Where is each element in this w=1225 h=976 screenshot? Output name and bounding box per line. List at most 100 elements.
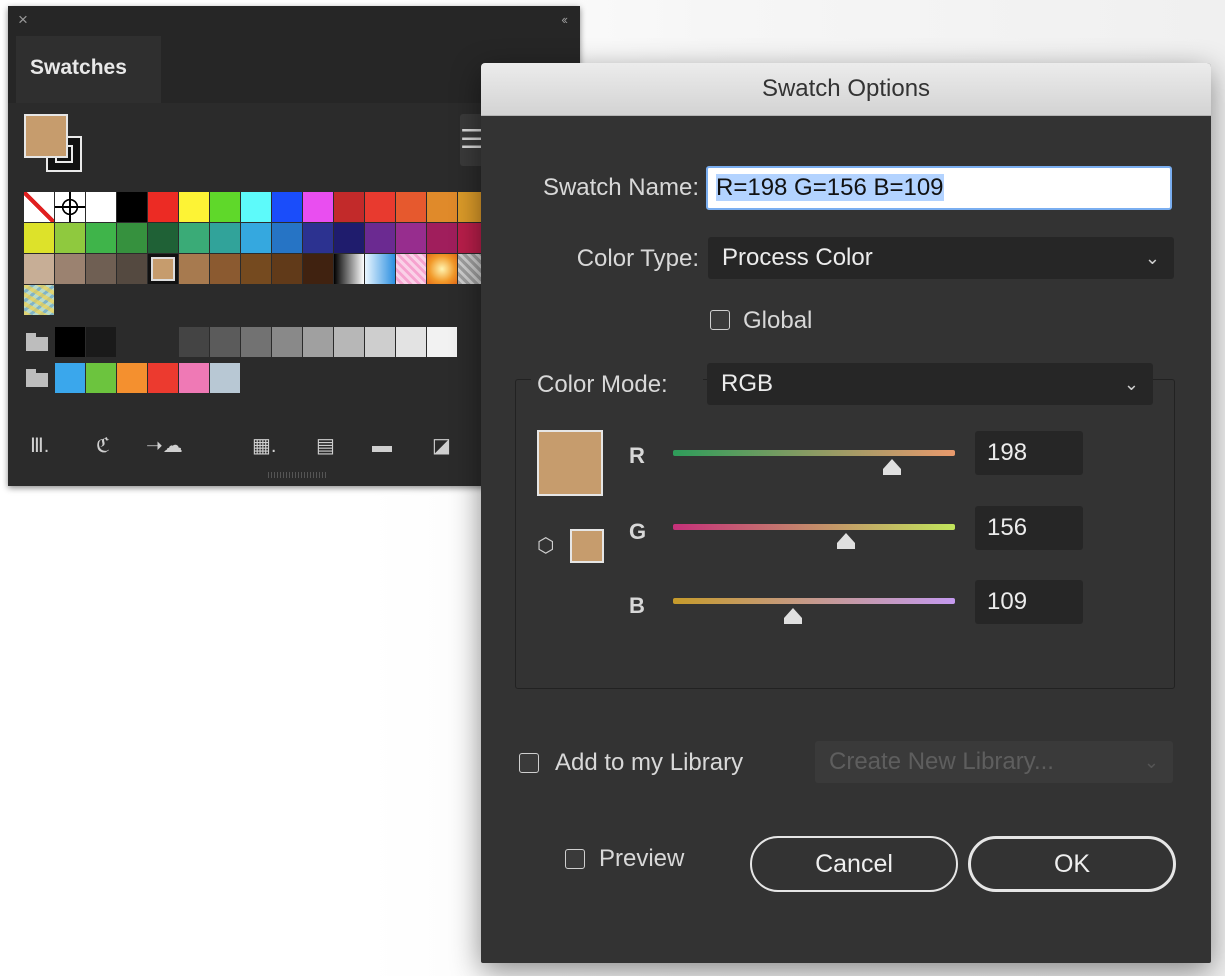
b-slider-track[interactable]: [673, 598, 955, 604]
color-swatch[interactable]: [24, 254, 54, 284]
collapse-panel-icon[interactable]: ‹‹: [561, 12, 568, 27]
color-swatch[interactable]: [117, 327, 147, 357]
color-swatch[interactable]: [396, 192, 426, 222]
color-swatch[interactable]: [179, 363, 209, 393]
color-swatch[interactable]: [334, 327, 364, 357]
new-swatch-icon[interactable]: ◪: [432, 434, 451, 458]
color-swatch[interactable]: [303, 223, 333, 253]
color-swatch[interactable]: [458, 192, 482, 222]
color-group-folder-icon[interactable]: [26, 369, 48, 387]
show-swatch-kinds-icon[interactable]: ℭ: [96, 434, 110, 458]
color-swatch[interactable]: [303, 254, 333, 284]
color-swatch[interactable]: [396, 223, 426, 253]
none-swatch[interactable]: [24, 192, 54, 222]
color-swatch[interactable]: [210, 363, 240, 393]
color-swatch[interactable]: [365, 223, 395, 253]
color-swatch[interactable]: [241, 254, 271, 284]
color-swatch[interactable]: [179, 327, 209, 357]
color-swatch[interactable]: [117, 223, 147, 253]
color-swatch[interactable]: [272, 254, 302, 284]
color-swatch[interactable]: [241, 223, 271, 253]
color-swatch[interactable]: [179, 223, 209, 253]
fill-swatch[interactable]: [24, 114, 68, 158]
pattern-pink-swatch[interactable]: [396, 254, 426, 284]
color-swatch[interactable]: [86, 327, 116, 357]
color-swatch[interactable]: [272, 192, 302, 222]
color-swatch[interactable]: [458, 223, 482, 253]
gradient-blue-swatch[interactable]: [365, 254, 395, 284]
color-swatch[interactable]: [334, 223, 364, 253]
color-swatch[interactable]: [427, 327, 457, 357]
color-swatch[interactable]: [86, 223, 116, 253]
color-type-value: Process Color: [722, 244, 873, 271]
swatch-options-icon[interactable]: ▦.: [252, 434, 276, 458]
color-swatch[interactable]: [86, 254, 116, 284]
color-swatch[interactable]: [427, 192, 457, 222]
color-swatch[interactable]: [303, 327, 333, 357]
close-icon[interactable]: ×: [18, 11, 28, 29]
resize-grip[interactable]: [268, 472, 328, 478]
color-mode-dropdown[interactable]: RGB ⌄: [707, 363, 1153, 405]
color-swatch[interactable]: [148, 223, 178, 253]
color-swatch[interactable]: [210, 327, 240, 357]
r-slider-track[interactable]: [673, 450, 955, 456]
color-swatch[interactable]: [148, 254, 178, 284]
color-group-folder-icon[interactable]: [26, 333, 48, 351]
color-swatch[interactable]: [179, 192, 209, 222]
color-swatch[interactable]: [396, 327, 426, 357]
color-swatch[interactable]: [55, 363, 85, 393]
color-swatch[interactable]: [117, 254, 147, 284]
cancel-button[interactable]: Cancel: [750, 836, 958, 892]
swatch-name-input[interactable]: R=198 G=156 B=109: [706, 166, 1172, 210]
color-swatch[interactable]: [117, 192, 147, 222]
color-swatch[interactable]: [86, 363, 116, 393]
global-checkbox[interactable]: [710, 310, 730, 330]
color-swatch[interactable]: [427, 223, 457, 253]
out-of-web-gamut-cube-icon[interactable]: ⬡: [537, 535, 554, 557]
color-swatch[interactable]: [334, 192, 364, 222]
color-swatch[interactable]: [179, 254, 209, 284]
color-swatch[interactable]: [24, 223, 54, 253]
tab-swatches[interactable]: Swatches: [16, 36, 161, 103]
color-swatch[interactable]: [210, 223, 240, 253]
new-folder-icon[interactable]: ▬: [372, 434, 392, 458]
color-swatch[interactable]: [272, 327, 302, 357]
color-swatch[interactable]: [148, 192, 178, 222]
color-swatch[interactable]: [303, 192, 333, 222]
color-group-icon[interactable]: ▤: [316, 434, 335, 458]
registration-swatch[interactable]: [55, 192, 85, 222]
color-swatch[interactable]: [55, 223, 85, 253]
b-slider-thumb[interactable]: [784, 608, 803, 624]
color-swatch[interactable]: [241, 192, 271, 222]
cloud-sync-icon[interactable]: ➝☁: [146, 434, 183, 458]
color-swatch[interactable]: [241, 327, 271, 357]
color-swatch[interactable]: [365, 327, 395, 357]
fill-stroke-indicator[interactable]: [24, 114, 88, 178]
color-type-dropdown[interactable]: Process Color ⌄: [708, 237, 1174, 279]
b-value-input[interactable]: 109: [975, 580, 1083, 624]
color-swatch[interactable]: [86, 192, 116, 222]
gradient-orange-swatch[interactable]: [427, 254, 457, 284]
ok-button[interactable]: OK: [968, 836, 1176, 892]
pattern-grey-swatch[interactable]: [458, 254, 482, 284]
color-swatch[interactable]: [148, 363, 178, 393]
g-slider-track[interactable]: [673, 524, 955, 530]
g-value-input[interactable]: 156: [975, 506, 1083, 550]
color-swatch[interactable]: [55, 327, 85, 357]
color-swatch[interactable]: [272, 223, 302, 253]
library-dropdown[interactable]: Create New Library... ⌄: [815, 741, 1173, 783]
color-swatch[interactable]: [210, 192, 240, 222]
color-swatch[interactable]: [55, 254, 85, 284]
libraries-menu-icon[interactable]: Ⅲ.: [30, 434, 49, 458]
pattern-map-swatch[interactable]: [24, 285, 54, 315]
color-swatch[interactable]: [210, 254, 240, 284]
add-to-library-checkbox[interactable]: [519, 753, 539, 773]
r-value-input[interactable]: 198: [975, 431, 1083, 475]
color-swatch[interactable]: [117, 363, 147, 393]
color-swatch[interactable]: [365, 192, 395, 222]
gradient-bw-swatch[interactable]: [334, 254, 364, 284]
g-slider-thumb[interactable]: [836, 533, 855, 549]
preview-checkbox[interactable]: [565, 849, 585, 869]
web-safe-color-swatch[interactable]: [570, 529, 604, 563]
r-slider-thumb[interactable]: [882, 459, 901, 475]
